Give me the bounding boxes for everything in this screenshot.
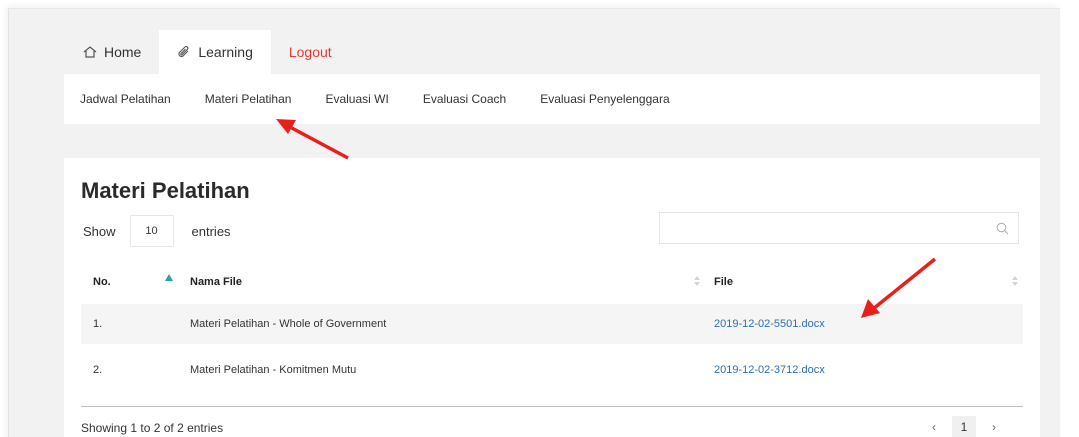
home-icon bbox=[83, 46, 97, 58]
search-icon bbox=[996, 222, 1009, 235]
show-label: Show bbox=[83, 223, 116, 239]
tab-home[interactable]: Home bbox=[65, 30, 159, 74]
subnav-materi-pelatihan[interactable]: Materi Pelatihan bbox=[205, 92, 292, 106]
subnav-jadwal-pelatihan[interactable]: Jadwal Pelatihan bbox=[80, 92, 171, 106]
pagination-next-button[interactable]: › bbox=[982, 416, 1006, 437]
subnav-evaluasi-penyelenggara[interactable]: Evaluasi Penyelenggara bbox=[540, 92, 669, 106]
cell-no: 2. bbox=[93, 364, 103, 376]
subnav-evaluasi-wi[interactable]: Evaluasi WI bbox=[325, 92, 388, 106]
pagination: ‹ 1 › bbox=[922, 416, 1006, 437]
sort-asc-icon[interactable] bbox=[165, 274, 173, 281]
table-row: 1. Materi Pelatihan - Whole of Governmen… bbox=[81, 304, 1023, 344]
entries-select[interactable]: 10 bbox=[129, 215, 174, 247]
tab-learning[interactable]: Learning bbox=[159, 30, 271, 74]
paperclip-icon bbox=[178, 46, 189, 58]
file-download-link[interactable]: 2019-12-02-5501.docx bbox=[714, 318, 825, 330]
sort-both-icon[interactable] bbox=[694, 276, 700, 286]
search-input[interactable] bbox=[659, 212, 1019, 244]
entries-length-control: Show 10 entries bbox=[83, 215, 231, 247]
subnav-evaluasi-coach[interactable]: Evaluasi Coach bbox=[423, 92, 506, 106]
table-row: 2. Materi Pelatihan - Komitmen Mutu 2019… bbox=[81, 350, 1023, 390]
cell-nama-file: Materi Pelatihan - Komitmen Mutu bbox=[190, 364, 357, 376]
pagination-prev-button[interactable]: ‹ bbox=[922, 416, 946, 437]
column-header-nama-file[interactable]: Nama File bbox=[190, 276, 242, 288]
column-header-no[interactable]: No. bbox=[93, 276, 111, 288]
sort-both-icon[interactable] bbox=[1012, 276, 1018, 286]
column-header-file[interactable]: File bbox=[714, 276, 733, 288]
top-navigation: Home Learning Logout bbox=[65, 30, 350, 74]
logout-label: Logout bbox=[288, 44, 332, 60]
pagination-page-button[interactable]: 1 bbox=[952, 416, 976, 437]
content-panel: Materi Pelatihan Show 10 entries No. Nam… bbox=[64, 158, 1040, 437]
sub-navigation: Jadwal Pelatihan Materi Pelatihan Evalua… bbox=[64, 74, 1040, 124]
tab-learning-label: Learning bbox=[198, 44, 253, 60]
tab-home-label: Home bbox=[104, 44, 142, 60]
table-info: Showing 1 to 2 of 2 entries bbox=[81, 421, 224, 435]
cell-nama-file: Materi Pelatihan - Whole of Government bbox=[190, 318, 387, 330]
table-divider bbox=[81, 406, 1023, 407]
page-title: Materi Pelatihan bbox=[81, 178, 250, 203]
cell-no: 1. bbox=[93, 318, 103, 330]
file-download-link[interactable]: 2019-12-02-3712.docx bbox=[714, 364, 825, 376]
entries-label: entries bbox=[191, 223, 231, 239]
logout-link[interactable]: Logout bbox=[271, 30, 350, 74]
